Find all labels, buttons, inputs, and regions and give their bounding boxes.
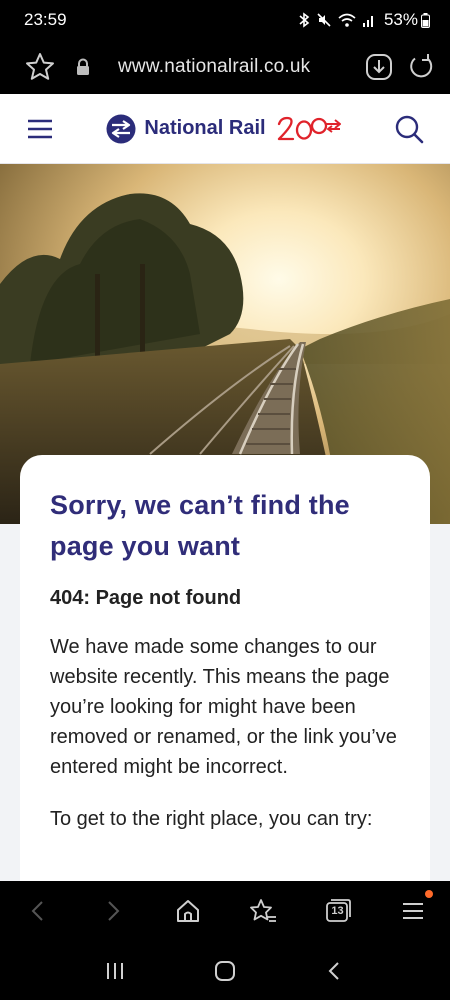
wifi-icon xyxy=(338,13,356,27)
url-text[interactable]: www.nationalrail.co.uk xyxy=(118,56,352,78)
logo-text: National Rail xyxy=(144,117,266,139)
status-icons xyxy=(298,12,376,28)
lock-icon xyxy=(77,58,89,75)
bluetooth-icon xyxy=(299,12,310,28)
system-nav-bar xyxy=(0,941,450,1000)
download-icon[interactable] xyxy=(364,52,394,82)
bookmarks-icon[interactable] xyxy=(249,897,277,925)
status-bar: 23:59 53% xyxy=(0,0,450,40)
search-icon[interactable] xyxy=(394,114,424,144)
star-icon[interactable] xyxy=(24,51,56,83)
reload-icon[interactable] xyxy=(406,52,436,82)
error-card: Sorry, we can’t find the page you want 4… xyxy=(20,455,430,915)
back-icon[interactable] xyxy=(323,959,347,983)
national-rail-logo-icon xyxy=(106,114,136,143)
page-title: Sorry, we can’t find the page you want xyxy=(50,490,350,561)
browser-address-bar: www.nationalrail.co.uk xyxy=(0,40,450,94)
tabs-button[interactable]: 13 xyxy=(324,897,352,925)
signal-icon xyxy=(362,16,373,27)
browser-bottom-nav: 13 xyxy=(0,881,450,941)
tabs-count: 13 xyxy=(331,905,344,917)
back-icon[interactable] xyxy=(24,897,52,925)
notification-dot xyxy=(424,890,433,898)
mute-icon xyxy=(317,13,331,27)
recents-icon[interactable] xyxy=(103,959,127,983)
site-header: National Rail xyxy=(0,94,450,164)
error-code: 404: Page not found xyxy=(50,587,242,609)
menu-icon[interactable] xyxy=(26,118,54,140)
error-description: We have made some changes to our website… xyxy=(50,636,397,778)
national-rail-logo[interactable]: National Rail xyxy=(106,114,341,144)
home-icon[interactable] xyxy=(174,897,202,925)
browser-menu-button[interactable] xyxy=(399,890,433,925)
anniversary-200-logo xyxy=(277,116,341,140)
status-time: 23:59 xyxy=(24,10,67,29)
battery-indicator: 53% xyxy=(384,10,430,30)
forward-icon[interactable] xyxy=(99,897,127,925)
status-indicators: 53% xyxy=(298,10,430,30)
battery-icon xyxy=(421,12,430,28)
battery-percent: 53% xyxy=(383,10,418,29)
menu-icon xyxy=(402,903,423,919)
suggestions-intro: To get to the right place, you can try: xyxy=(50,808,373,830)
home-icon[interactable] xyxy=(213,959,237,983)
